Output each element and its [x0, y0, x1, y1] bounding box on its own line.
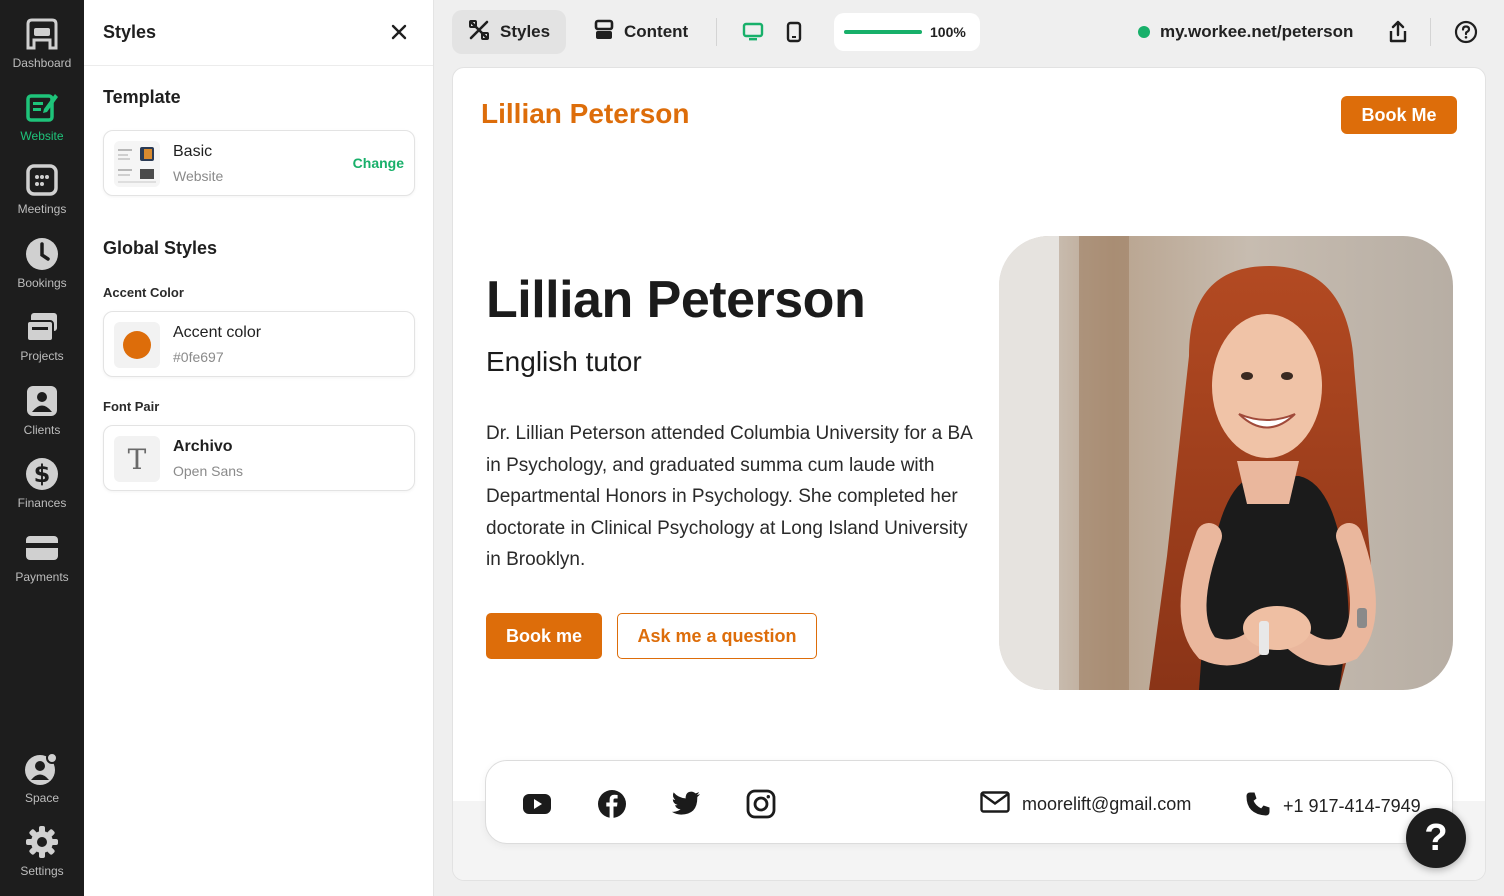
nav-label: Meetings: [17, 202, 67, 216]
nav-website[interactable]: Website: [0, 89, 84, 155]
phone-text: +1 917-414-7949: [1283, 796, 1421, 816]
facebook-icon[interactable]: [597, 789, 627, 819]
nav-meetings[interactable]: Meetings: [0, 162, 84, 228]
mail-icon: [980, 791, 1010, 818]
tab-content-label: Content: [624, 22, 689, 41]
nav-label: Payments: [15, 570, 69, 584]
nav-bookings[interactable]: Bookings: [0, 236, 84, 302]
contact-phone[interactable]: +1 917-414-7949: [1245, 791, 1421, 822]
zoom-fill: [844, 30, 922, 34]
tab-styles-label: Styles: [500, 22, 551, 41]
dashboard-icon: [24, 16, 60, 52]
nav-label: Bookings: [17, 276, 67, 290]
help-button[interactable]: ?: [1406, 808, 1466, 868]
nav-label: Website: [20, 129, 64, 143]
website-edit-icon: [24, 89, 60, 125]
accent-color-name: Accent color: [173, 324, 262, 341]
font-glyph-frame: T: [114, 436, 160, 482]
header-book-button[interactable]: Book Me: [1341, 96, 1457, 134]
body-font-name: Open Sans: [173, 463, 244, 479]
email-text: moorelift@gmail.com: [1022, 794, 1192, 814]
font-glyph-icon: T: [127, 442, 147, 476]
space-icon: [24, 751, 60, 787]
font-pair-label: Font Pair: [103, 399, 160, 414]
projects-icon: [24, 309, 60, 345]
hero-name: Lillian Peterson: [486, 271, 866, 329]
clock-icon: [24, 236, 60, 272]
tab-content[interactable]: Content: [578, 10, 704, 54]
status-dot: [1138, 26, 1150, 38]
close-icon[interactable]: [387, 20, 411, 44]
hero-role: English tutor: [486, 346, 642, 377]
accent-swatch: [123, 331, 151, 359]
client-icon: [24, 383, 60, 419]
instagram-icon[interactable]: [746, 789, 776, 819]
tab-styles[interactable]: Styles: [452, 10, 567, 54]
gear-icon: [24, 824, 60, 860]
zoom-track: [844, 30, 922, 34]
global-styles-heading: Global Styles: [103, 238, 218, 258]
nav-dashboard[interactable]: Dashboard: [0, 16, 84, 82]
nav-payments[interactable]: Payments: [0, 530, 84, 596]
accent-color-label: Accent Color: [103, 285, 184, 300]
toolbar-divider: [716, 18, 717, 46]
dollar-icon: $: [24, 456, 60, 492]
youtube-icon[interactable]: [522, 789, 552, 819]
nav-projects[interactable]: Projects: [0, 309, 84, 375]
nav-clients[interactable]: Clients: [0, 383, 84, 449]
panel-header: Styles: [84, 0, 433, 66]
nav-settings[interactable]: Settings: [0, 824, 84, 890]
book-me-button[interactable]: Book me: [486, 613, 602, 659]
zoom-slider[interactable]: 100%: [834, 13, 980, 51]
template-thumbnail: [114, 141, 160, 187]
help-circle-icon[interactable]: [1454, 20, 1478, 49]
accent-color-value: #0fe697: [173, 349, 224, 365]
nav-label: Projects: [20, 349, 64, 363]
content-blocks-icon: [594, 19, 614, 46]
card-icon: [24, 530, 60, 566]
editor-toolbar: Styles Content 100% my.workee.net/peters…: [434, 0, 1504, 66]
nav-label: Dashboard: [12, 56, 72, 70]
contact-email[interactable]: moorelift@gmail.com: [980, 791, 1191, 818]
toolbar-divider: [1430, 18, 1431, 46]
phone-icon: [1245, 791, 1271, 822]
styles-panel: Styles Template Basic Website Change Glo…: [84, 0, 434, 896]
brush-ruler-icon: [468, 19, 490, 46]
site-url-text: my.workee.net/peterson: [1160, 22, 1354, 41]
twitter-icon[interactable]: [671, 789, 701, 819]
change-template-link[interactable]: Change: [353, 155, 404, 171]
mobile-view-icon[interactable]: [786, 21, 802, 48]
nav-label: Settings: [20, 864, 64, 878]
accent-color-card[interactable]: Accent color #0fe697: [103, 311, 415, 377]
template-type: Website: [173, 168, 224, 184]
accent-swatch-frame: [114, 322, 160, 368]
template-name: Basic: [173, 143, 213, 160]
ask-question-button[interactable]: Ask me a question: [617, 613, 817, 659]
desktop-view-icon[interactable]: [742, 22, 764, 47]
font-pair-card[interactable]: T Archivo Open Sans: [103, 425, 415, 491]
app-sidebar: Dashboard Website Meetings Bookings Proj…: [0, 0, 84, 896]
contact-bar: moorelift@gmail.com +1 917-414-7949: [485, 760, 1453, 844]
template-card[interactable]: Basic Website Change: [103, 130, 415, 196]
nav-label: Finances: [17, 496, 67, 510]
website-preview: Lillian Peterson Book Me Lillian Peterso…: [452, 67, 1486, 881]
profile-photo: [999, 236, 1453, 690]
site-brand[interactable]: Lillian Peterson: [481, 98, 690, 130]
site-url[interactable]: my.workee.net/peterson: [1138, 22, 1353, 42]
share-icon[interactable]: [1388, 20, 1408, 49]
nav-label: Space: [24, 791, 60, 805]
nav-space[interactable]: Space: [0, 751, 84, 817]
svg-text:$: $: [34, 460, 51, 488]
nav-label: Clients: [23, 423, 61, 437]
zoom-value: 100%: [930, 24, 966, 40]
template-heading: Template: [103, 87, 181, 107]
nav-finances[interactable]: $ Finances: [0, 456, 84, 522]
panel-title: Styles: [103, 22, 157, 42]
meetings-icon: [24, 162, 60, 198]
heading-font-name: Archivo: [173, 438, 233, 455]
hero-bio: Dr. Lillian Peterson attended Columbia U…: [486, 423, 972, 570]
